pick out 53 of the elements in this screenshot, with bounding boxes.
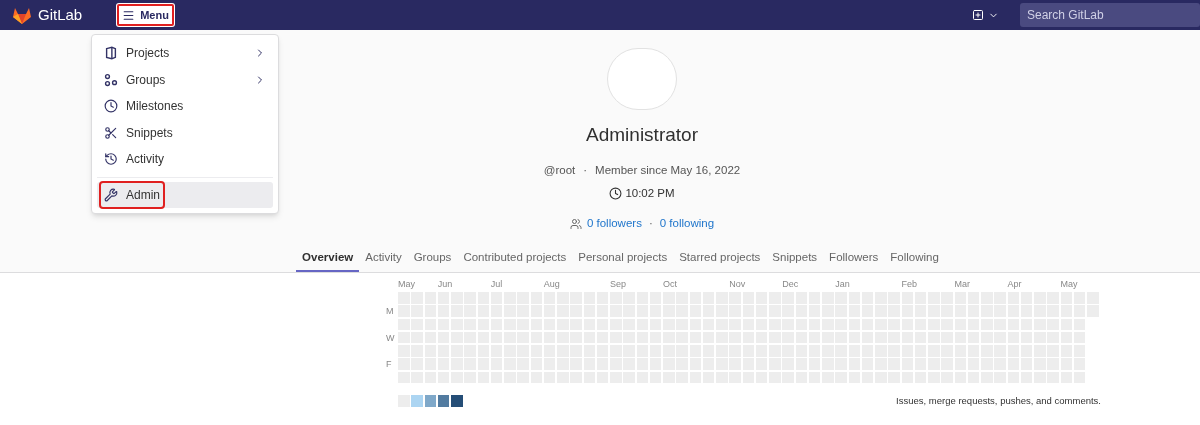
project-icon — [104, 46, 118, 61]
menu-item[interactable]: Projects — [97, 40, 273, 67]
profile-tab[interactable]: Activity — [359, 244, 408, 272]
profile-name: Administrator — [586, 123, 698, 148]
weekday-label: W — [386, 331, 395, 345]
menu-item[interactable]: Milestones — [97, 93, 273, 120]
brand-name: GitLab — [38, 4, 83, 25]
menu-item[interactable]: Admin — [97, 181, 273, 208]
month-label: Jun — [437, 278, 453, 291]
menu-item[interactable]: Groups — [97, 66, 273, 93]
menu-icon — [122, 8, 136, 22]
separator-dot: · — [648, 216, 653, 232]
menu-button[interactable]: Menu — [116, 3, 175, 27]
month-label: Apr — [1007, 278, 1022, 291]
search-field[interactable]: Search GitLab — [1020, 3, 1200, 27]
separator-dot: · — [583, 162, 588, 178]
profile-tab[interactable]: Contributed projects — [457, 244, 573, 272]
profile-tab[interactable]: Overview — [296, 244, 360, 272]
weekday-label: F — [386, 358, 392, 372]
clock-icon — [104, 99, 118, 114]
history-icon — [104, 152, 118, 167]
local-time: 10:02 PM — [625, 186, 675, 201]
followers-link[interactable]: 0 followers — [586, 215, 642, 233]
profile-tab[interactable]: Personal projects — [572, 244, 674, 272]
month-label: Oct — [663, 278, 677, 291]
month-label: May — [1060, 278, 1078, 291]
member-since: Member since May 16, 2022 — [595, 162, 741, 178]
clock-icon — [609, 187, 623, 201]
profile-tab[interactable]: Following — [884, 244, 945, 272]
month-label: Jan — [835, 278, 850, 291]
month-label: Mar — [954, 278, 970, 291]
month-label: Nov — [729, 278, 746, 291]
month-label: Dec — [782, 278, 799, 291]
weekday-label: M — [386, 305, 394, 319]
profile-tab[interactable]: Followers — [823, 244, 885, 272]
profile-tab[interactable]: Groups — [407, 244, 458, 272]
legend-note: Issues, merge requests, pushes, and comments. — [896, 393, 1101, 408]
profile-tab[interactable]: Snippets — [766, 244, 824, 272]
month-label: Aug — [543, 278, 560, 291]
month-label: Sep — [610, 278, 626, 291]
menu-item[interactable]: Activity — [97, 146, 273, 173]
wrench-icon — [104, 187, 118, 202]
plus-square-icon[interactable] — [972, 9, 984, 21]
month-label: Jul — [490, 278, 503, 291]
users-icon — [569, 217, 582, 230]
scissors-icon — [104, 125, 118, 140]
groups-icon — [104, 72, 118, 87]
month-label: May — [398, 278, 415, 291]
following-link[interactable]: 0 following — [659, 215, 715, 233]
month-label: Feb — [901, 278, 917, 291]
profile-tab[interactable]: Starred projects — [673, 244, 767, 272]
username: @root — [543, 162, 576, 178]
menu-item[interactable]: Snippets — [97, 119, 273, 146]
